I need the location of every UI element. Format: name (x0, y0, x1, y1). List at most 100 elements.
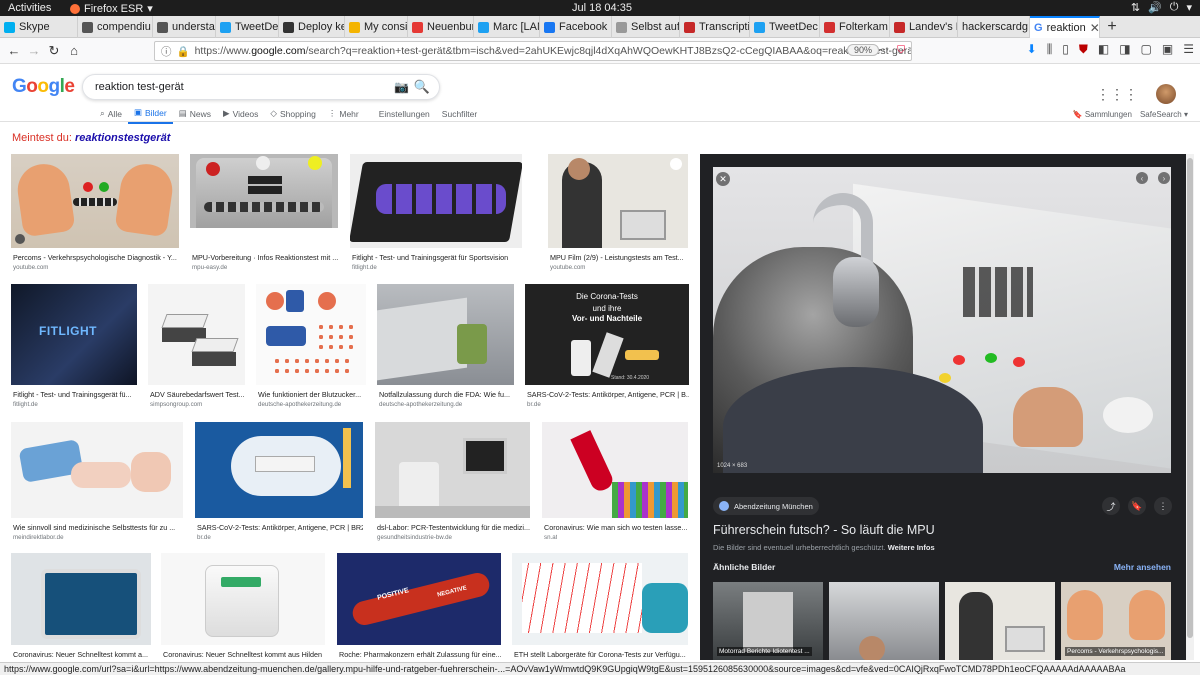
tab-videos[interactable]: ▶ Videos (217, 105, 264, 124)
google-logo[interactable]: Google (12, 76, 75, 98)
extension-2-icon[interactable]: ◨ (1119, 42, 1130, 57)
tab-filters[interactable]: Suchfilter (436, 105, 483, 124)
address-bar[interactable]: ⓘ 🔒 https://www.google.com/search?q=reak… (154, 41, 912, 61)
did-you-mean-link[interactable]: reaktionstestgerät (75, 132, 170, 144)
tab-reaktion-active[interactable]: Greaktion ✕ (1030, 16, 1100, 38)
close-tab-icon[interactable]: ✕ (1090, 21, 1099, 35)
result-card[interactable]: dsl-Labor: PCR-Testentwicklung für die m… (375, 422, 530, 546)
tab-selbst[interactable]: Selbst auf (612, 16, 680, 38)
tab-folterkam[interactable]: Folterkam (820, 16, 890, 38)
tab-tweetdeck[interactable]: TweetDec (216, 16, 279, 38)
search-input[interactable]: reaktion test-gerät (95, 81, 184, 93)
preview-main-image[interactable]: 1024 × 683 (713, 167, 1171, 473)
tab-images[interactable]: ▣ Bilder (127, 105, 173, 124)
result-card[interactable]: ETH stellt Laborgeräte für Corona-Tests … (512, 553, 688, 661)
tab-tweetdeck-2[interactable]: TweetDec (750, 16, 820, 38)
result-card[interactable]: SARS-CoV-2-Tests: Antikörper, Antigene, … (195, 422, 363, 546)
tab-hackerscard[interactable]: hackerscardg (958, 16, 1030, 38)
result-card[interactable]: MPU-Vorbereitung · Infos Reaktionstest m… (190, 154, 338, 274)
result-image-roche-tube[interactable]: POSITIVE NEGATIVE (337, 553, 501, 645)
ublock-icon[interactable]: ⛊ (1079, 42, 1088, 57)
result-image-eth-lab[interactable] (512, 553, 688, 645)
more-vert-icon[interactable]: ⋮ (1154, 497, 1172, 515)
app-menu[interactable]: Firefox ESR ▾ (70, 2, 153, 15)
system-tray[interactable]: ⇅ 🔊 ⏻ ▾ (1131, 1, 1192, 14)
sidebar-icon[interactable]: ▯ (1062, 42, 1069, 57)
result-image-schnelltest-device[interactable] (11, 553, 151, 645)
result-card[interactable]: Coronavirus: Neuer Schnelltest kommt aus… (161, 553, 325, 661)
tab-understand[interactable]: understanc (153, 16, 216, 38)
tab-landev[interactable]: Landev's L (890, 16, 958, 38)
search-icon[interactable]: 🔍 (414, 79, 430, 95)
tab-compendium[interactable]: compendiu (78, 16, 153, 38)
tab-all[interactable]: ⌕ Alle (94, 105, 128, 124)
similar-thumb[interactable] (829, 582, 939, 660)
tab-transcript[interactable]: Transcripti (680, 16, 750, 38)
result-card[interactable]: Coronavirus: Wie man sich wo testen lass… (542, 422, 688, 546)
result-image-bloodsugar-diagram[interactable] (256, 284, 366, 385)
tab-skype[interactable]: Skype (0, 16, 78, 38)
back-button[interactable]: ← (4, 41, 24, 61)
tab-consign[interactable]: My consign (345, 16, 408, 38)
previous-image-icon[interactable]: ‹ (1136, 172, 1148, 184)
share-icon[interactable]: ⤴ (1102, 497, 1120, 515)
info-icon[interactable]: ⓘ (161, 44, 172, 59)
result-card[interactable]: Fitlight - Test- und Trainingsgerät für … (350, 154, 522, 274)
result-image-hotplate[interactable] (148, 284, 245, 385)
bookmark-icon[interactable]: 🔖 (1128, 497, 1146, 515)
result-image-test-tubes[interactable] (542, 422, 688, 518)
tab-marc[interactable]: Marc [LAN (474, 16, 540, 38)
avatar[interactable] (1156, 84, 1176, 104)
tab-settings[interactable]: Einstellungen (373, 105, 436, 124)
download-icon[interactable]: ⬇ (1027, 42, 1037, 57)
result-card[interactable]: Percoms - Verkehrspsychologische Diagnos… (11, 154, 179, 274)
similar-thumb[interactable]: Percoms - Verkehrspsychologis... (1061, 582, 1171, 660)
collections-button[interactable]: 🔖 Sammlungen (1073, 110, 1132, 119)
tab-more[interactable]: ⋮ Mehr (322, 105, 365, 124)
result-image-reaction-device-hands[interactable] (11, 154, 179, 248)
result-card[interactable]: Die Corona-Tests und ihre Vor- und Nacht… (525, 284, 689, 410)
result-card[interactable]: MPU Film (2/9) - Leistungstests am Test.… (548, 154, 688, 274)
extension-3-icon[interactable]: ▢ (1141, 42, 1152, 57)
tab-deploy-key[interactable]: Deploy key (279, 16, 345, 38)
result-card[interactable]: Coronavirus: Neuer Schnelltest kommt a..… (11, 553, 151, 661)
next-image-icon[interactable]: › (1158, 172, 1170, 184)
result-image-mpu-device[interactable] (190, 154, 338, 248)
similar-thumb[interactable]: Motorrad Berichte Idiotentest ... (713, 582, 823, 660)
clock[interactable]: Jul 18 04:35 (572, 2, 632, 14)
source-chip[interactable]: Abendzeitung München (713, 497, 819, 515)
library-icon[interactable]: ⫼ (1047, 42, 1053, 57)
zoom-level[interactable]: 90% (846, 44, 879, 56)
result-card[interactable]: Wie sinnvoll sind medizinische Selbsttes… (11, 422, 183, 546)
result-image-corona-tests[interactable]: Die Corona-Tests und ihre Vor- und Nacht… (525, 284, 689, 385)
search-box[interactable]: reaktion test-gerät 📷 🔍 (82, 74, 440, 100)
result-image-fda-machine[interactable] (377, 284, 514, 385)
similar-thumb[interactable] (945, 582, 1055, 660)
result-image-fitlight-case[interactable] (350, 154, 522, 248)
more-info-link[interactable]: Weitere Infos (888, 543, 935, 552)
activities-button[interactable]: Activities (8, 2, 51, 14)
view-more-link[interactable]: Mehr ansehen (1114, 562, 1171, 572)
result-image-mpu-film[interactable] (548, 154, 688, 248)
result-image-glucose-meter[interactable] (11, 422, 183, 518)
result-card[interactable]: ADV Säurebedarfswert Test... simpsongrou… (148, 284, 245, 410)
new-tab-button[interactable]: + (1100, 16, 1124, 37)
close-preview-icon[interactable]: ✕ (716, 172, 730, 186)
camera-icon[interactable]: 📷 (394, 80, 409, 94)
preview-title[interactable]: Führerschein futsch? - So läuft die MPU (713, 523, 935, 537)
pocket-icon[interactable]: ⛉ (897, 44, 905, 57)
apps-grid-icon[interactable]: ⋮⋮⋮ (1096, 86, 1138, 103)
tab-news[interactable]: ▤ News (173, 105, 217, 124)
result-image-pcr-lab[interactable] (375, 422, 530, 518)
tab-shopping[interactable]: ◇ Shopping (264, 105, 321, 124)
more-actions-icon[interactable]: ⋯ (879, 44, 890, 56)
result-card[interactable]: FITLIGHT Fitlight - Test- und Trainingsg… (11, 284, 137, 410)
extension-icon[interactable]: ◧ (1098, 42, 1109, 57)
result-image-hilden-analyzer[interactable] (161, 553, 325, 645)
hamburger-menu-icon[interactable]: ☰ (1183, 42, 1194, 57)
safesearch-button[interactable]: SafeSearch ▾ (1140, 110, 1188, 119)
reload-button[interactable]: ↻ (44, 41, 64, 61)
result-card[interactable]: POSITIVE NEGATIVE Roche: Pharmakonzern e… (337, 553, 501, 661)
result-image-fitlight-logo[interactable]: FITLIGHT (11, 284, 137, 385)
result-card[interactable]: Notfallzulassung durch die FDA: Wie fu..… (377, 284, 514, 410)
